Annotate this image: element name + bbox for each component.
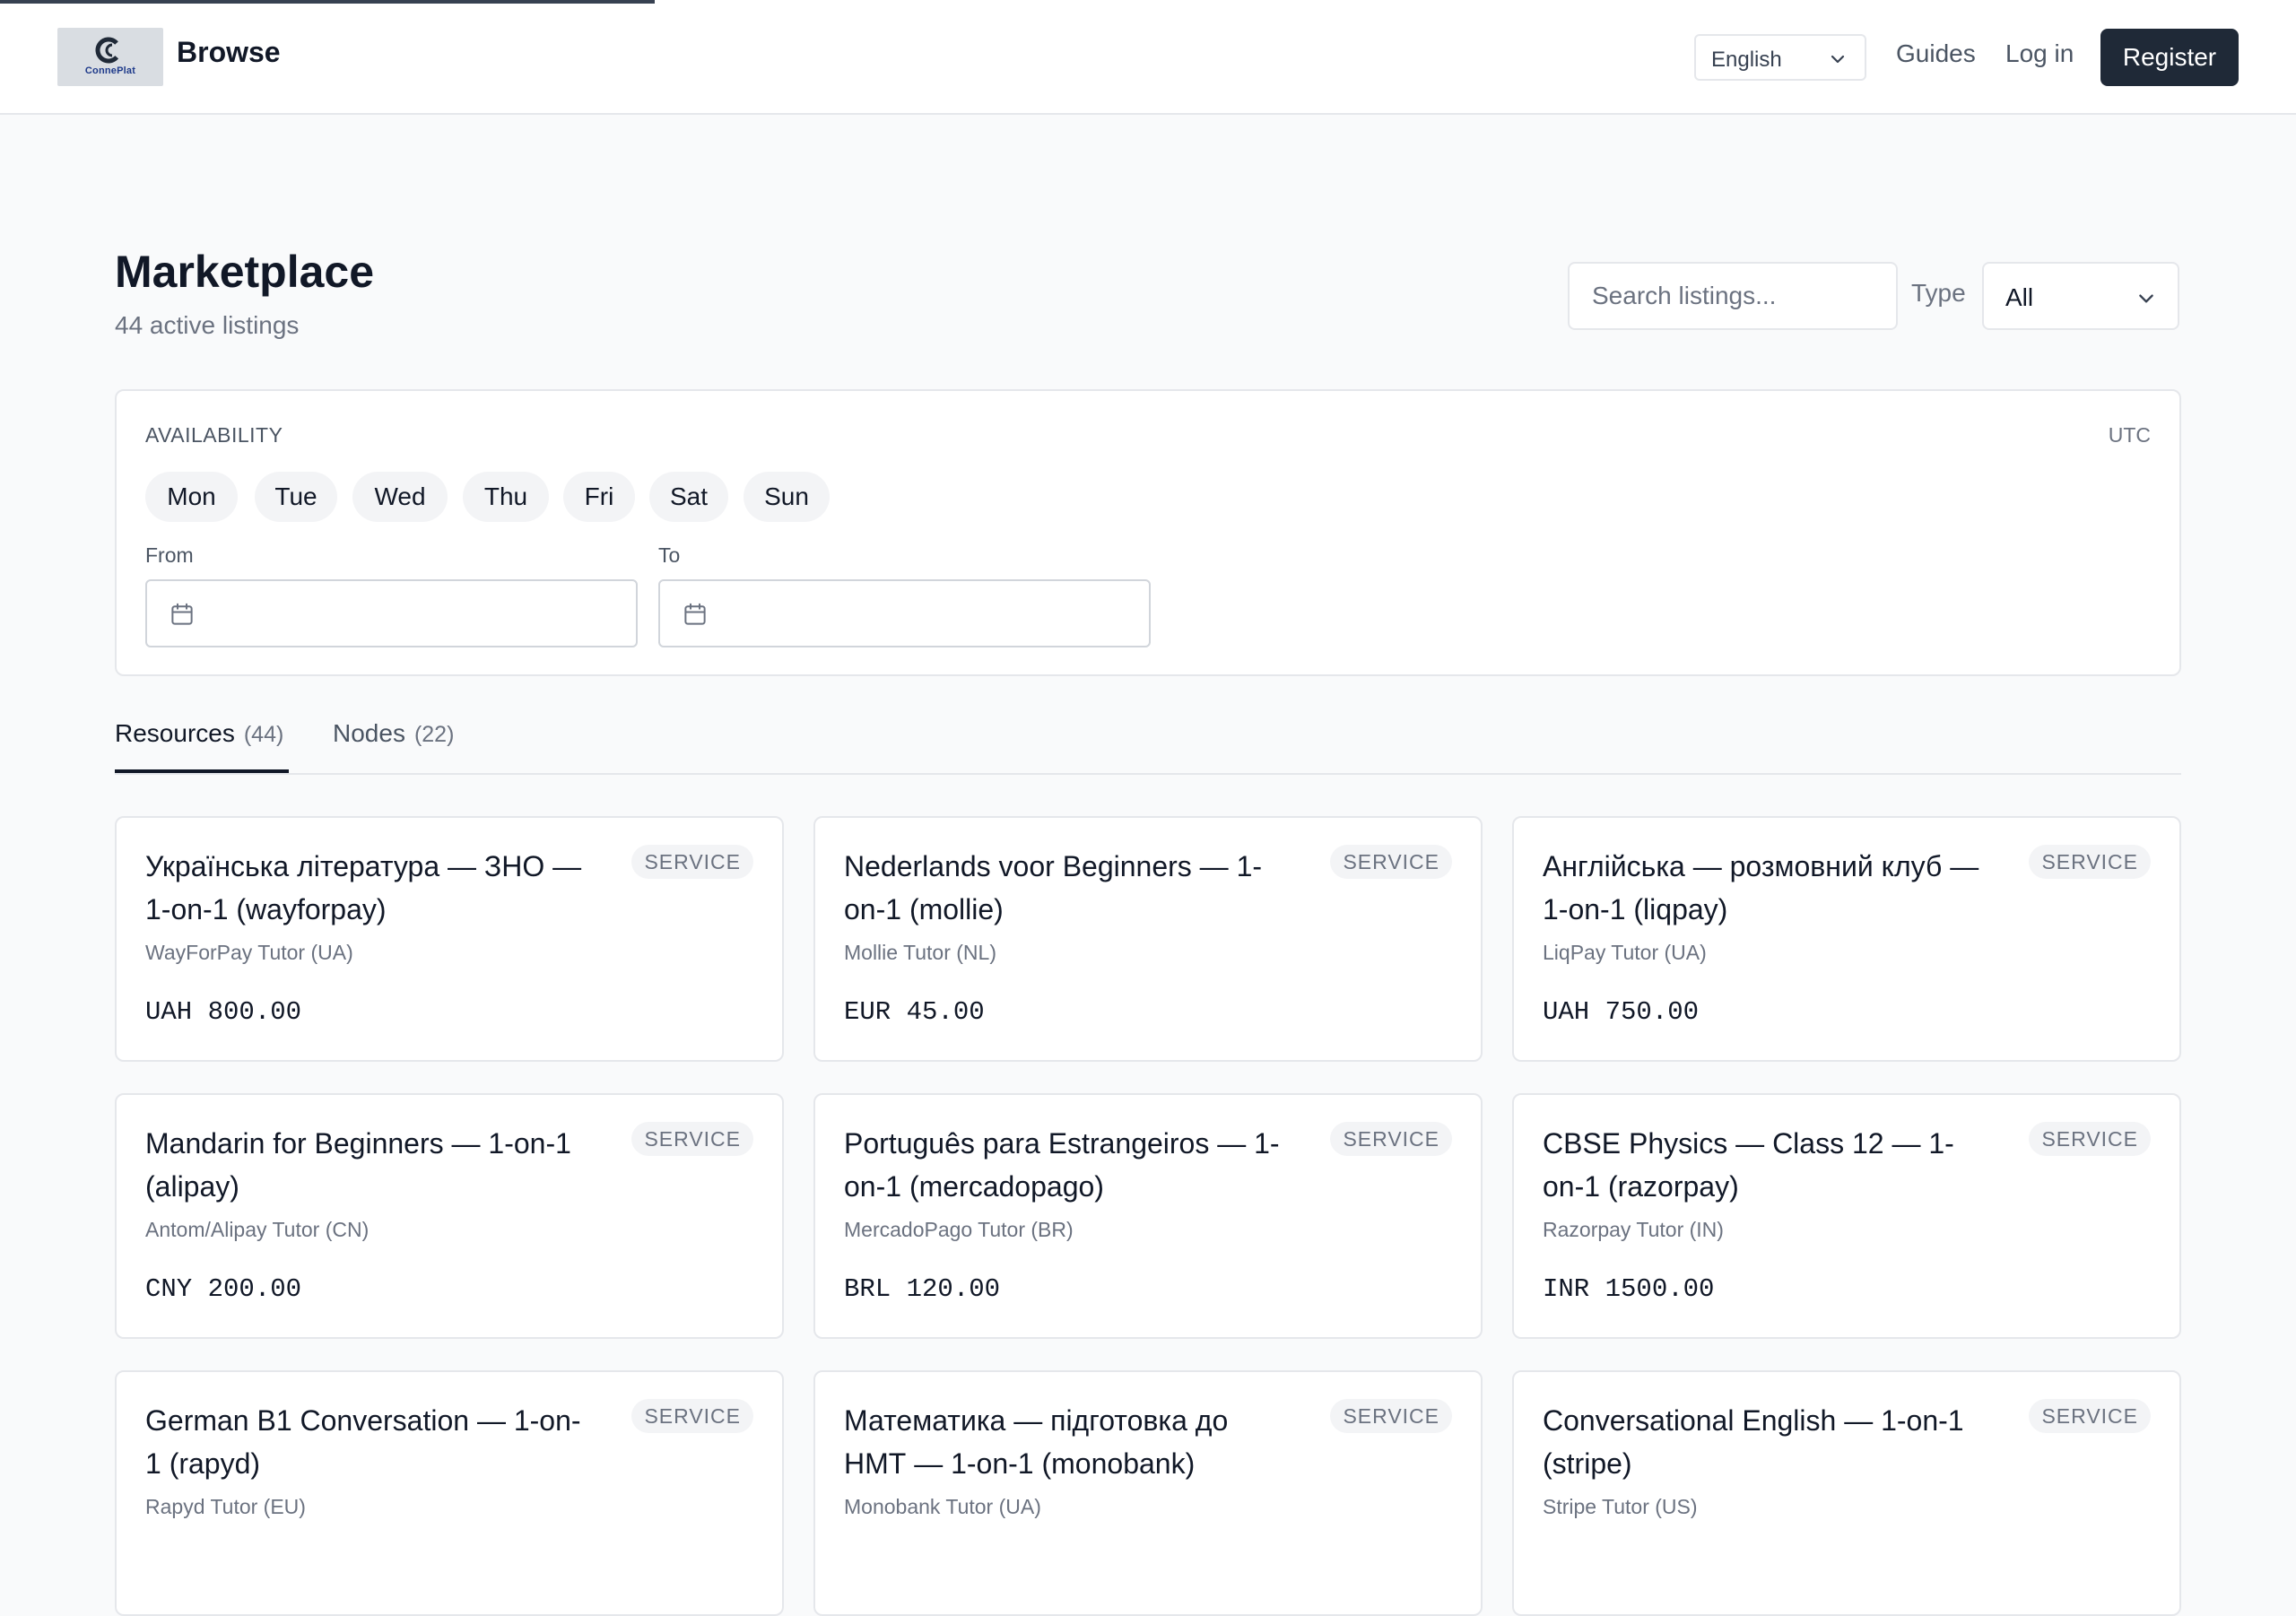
listing-type-badge: SERVICE bbox=[631, 1399, 753, 1433]
availability-title: AVAILABILITY bbox=[145, 423, 283, 447]
listing-card[interactable]: Українська література — ЗНО — 1-on-1 (wa… bbox=[115, 816, 784, 1062]
day-toggle-tue[interactable]: Tue bbox=[255, 472, 337, 522]
listing-title: German B1 Conversation — 1-on-1 (rapyd) bbox=[145, 1404, 581, 1480]
day-toggle-thu[interactable]: Thu bbox=[463, 472, 549, 522]
listing-provider: Mollie Tutor (NL) bbox=[844, 941, 996, 964]
day-toggle-sat[interactable]: Sat bbox=[649, 472, 728, 522]
logo-mark-icon bbox=[95, 37, 122, 64]
listing-price: CNY 200.00 bbox=[145, 1274, 302, 1304]
app-logo[interactable]: ConnePlat bbox=[57, 28, 163, 86]
brand-title[interactable]: Browse bbox=[177, 36, 281, 69]
chevron-down-icon bbox=[2139, 294, 2153, 303]
tab-count: (44) bbox=[243, 722, 284, 747]
listing-type-badge: SERVICE bbox=[1330, 1122, 1452, 1156]
calendar-icon bbox=[171, 603, 193, 625]
tab-count: (22) bbox=[413, 722, 455, 747]
register-button[interactable]: Register bbox=[2100, 29, 2239, 86]
listing-price: UAH 800.00 bbox=[145, 997, 302, 1027]
tab-label: Nodes bbox=[333, 719, 405, 747]
type-filter-value: All bbox=[2005, 283, 2034, 311]
day-toggle-wed[interactable]: Wed bbox=[352, 472, 448, 522]
listing-provider: LiqPay Tutor (UA) bbox=[1543, 941, 1707, 964]
day-toggle-sun[interactable]: Sun bbox=[744, 472, 830, 522]
listing-type-badge: SERVICE bbox=[631, 1122, 753, 1156]
listing-title: Англійська — розмовний клуб — 1-on-1 (li… bbox=[1543, 850, 1979, 925]
listing-provider: Antom/Alipay Tutor (CN) bbox=[145, 1218, 370, 1241]
listing-title: Mandarin for Beginners — 1-on-1 (alipay) bbox=[145, 1127, 571, 1203]
listing-provider: Rapyd Tutor (EU) bbox=[145, 1495, 306, 1518]
listing-type-badge: SERVICE bbox=[2029, 1399, 2151, 1433]
day-toggle-mon[interactable]: Mon bbox=[145, 472, 238, 522]
listing-provider: MercadoPago Tutor (BR) bbox=[844, 1218, 1074, 1241]
language-select[interactable]: English bbox=[1694, 34, 1866, 81]
listing-type-badge: SERVICE bbox=[1330, 1399, 1452, 1433]
listing-provider: WayForPay Tutor (UA) bbox=[145, 941, 353, 964]
listing-card[interactable]: Português para Estrangeiros — 1-on-1 (me… bbox=[813, 1093, 1483, 1339]
listing-price: EUR 45.00 bbox=[844, 997, 985, 1027]
page-load-progress-bar bbox=[0, 0, 655, 4]
tab-resources[interactable]: Resources (44) bbox=[115, 719, 289, 773]
timezone-label: UTC bbox=[2108, 423, 2151, 447]
logo-text: ConnePlat bbox=[84, 65, 136, 76]
listing-card[interactable]: Математика — підготовка до НМТ — 1-on-1 … bbox=[813, 1370, 1483, 1616]
listing-card[interactable]: Nederlands voor Beginners — 1-on-1 (moll… bbox=[813, 816, 1483, 1062]
listing-card[interactable]: Mandarin for Beginners — 1-on-1 (alipay)… bbox=[115, 1093, 784, 1339]
listing-provider: Monobank Tutor (UA) bbox=[844, 1495, 1041, 1518]
calendar-icon bbox=[684, 603, 706, 625]
to-date-input[interactable] bbox=[658, 579, 1151, 647]
availability-panel: AVAILABILITY UTC Mon Tue Wed Thu Fri Sat… bbox=[115, 389, 2181, 676]
listing-type-badge: SERVICE bbox=[2029, 1122, 2151, 1156]
language-select-value: English bbox=[1711, 48, 1782, 72]
type-filter-label: Type bbox=[1911, 279, 1966, 307]
top-navbar: ConnePlat Browse English Guides Log in R… bbox=[0, 0, 2296, 115]
listing-card[interactable]: German B1 Conversation — 1-on-1 (rapyd) … bbox=[115, 1370, 784, 1616]
listing-title: Українська література — ЗНО — 1-on-1 (wa… bbox=[145, 850, 582, 925]
tab-nodes[interactable]: Nodes (22) bbox=[333, 719, 454, 773]
listing-tabs: Resources (44) Nodes (22) bbox=[115, 717, 2181, 775]
listing-price: INR 1500.00 bbox=[1543, 1274, 1715, 1304]
type-filter-select[interactable]: All bbox=[1982, 262, 2179, 330]
login-link[interactable]: Log in bbox=[2005, 39, 2074, 68]
active-listings-count: 44 active listings bbox=[115, 311, 300, 339]
listing-price: UAH 750.00 bbox=[1543, 997, 1700, 1027]
listing-provider: Razorpay Tutor (IN) bbox=[1543, 1218, 1724, 1241]
search-input[interactable] bbox=[1568, 262, 1898, 330]
listing-price: BRL 120.00 bbox=[844, 1274, 1001, 1304]
listing-type-badge: SERVICE bbox=[2029, 845, 2151, 879]
listing-provider: Stripe Tutor (US) bbox=[1543, 1495, 1698, 1518]
day-toggle-fri[interactable]: Fri bbox=[563, 472, 635, 522]
listing-type-badge: SERVICE bbox=[1330, 845, 1452, 879]
listing-title: Conversational English — 1-on-1 (stripe) bbox=[1543, 1404, 1964, 1480]
listing-title: Português para Estrangeiros — 1-on-1 (me… bbox=[844, 1127, 1280, 1203]
page-title: Marketplace bbox=[115, 247, 375, 297]
listing-title: CBSE Physics — Class 12 — 1-on-1 (razorp… bbox=[1543, 1127, 1954, 1203]
guides-link[interactable]: Guides bbox=[1896, 39, 1976, 68]
listing-title: Математика — підготовка до НМТ — 1-on-1 … bbox=[844, 1404, 1229, 1480]
to-label: To bbox=[658, 543, 681, 567]
listing-title: Nederlands voor Beginners — 1-on-1 (moll… bbox=[844, 850, 1263, 925]
listing-card[interactable]: Conversational English — 1-on-1 (stripe)… bbox=[1512, 1370, 2181, 1616]
from-label: From bbox=[145, 543, 194, 567]
from-date-input[interactable] bbox=[145, 579, 638, 647]
listing-card[interactable]: CBSE Physics — Class 12 — 1-on-1 (razorp… bbox=[1512, 1093, 2181, 1339]
chevron-down-icon bbox=[1831, 55, 1845, 64]
listing-type-badge: SERVICE bbox=[631, 845, 753, 879]
tab-label: Resources bbox=[115, 719, 235, 747]
listing-card[interactable]: Англійська — розмовний клуб — 1-on-1 (li… bbox=[1512, 816, 2181, 1062]
